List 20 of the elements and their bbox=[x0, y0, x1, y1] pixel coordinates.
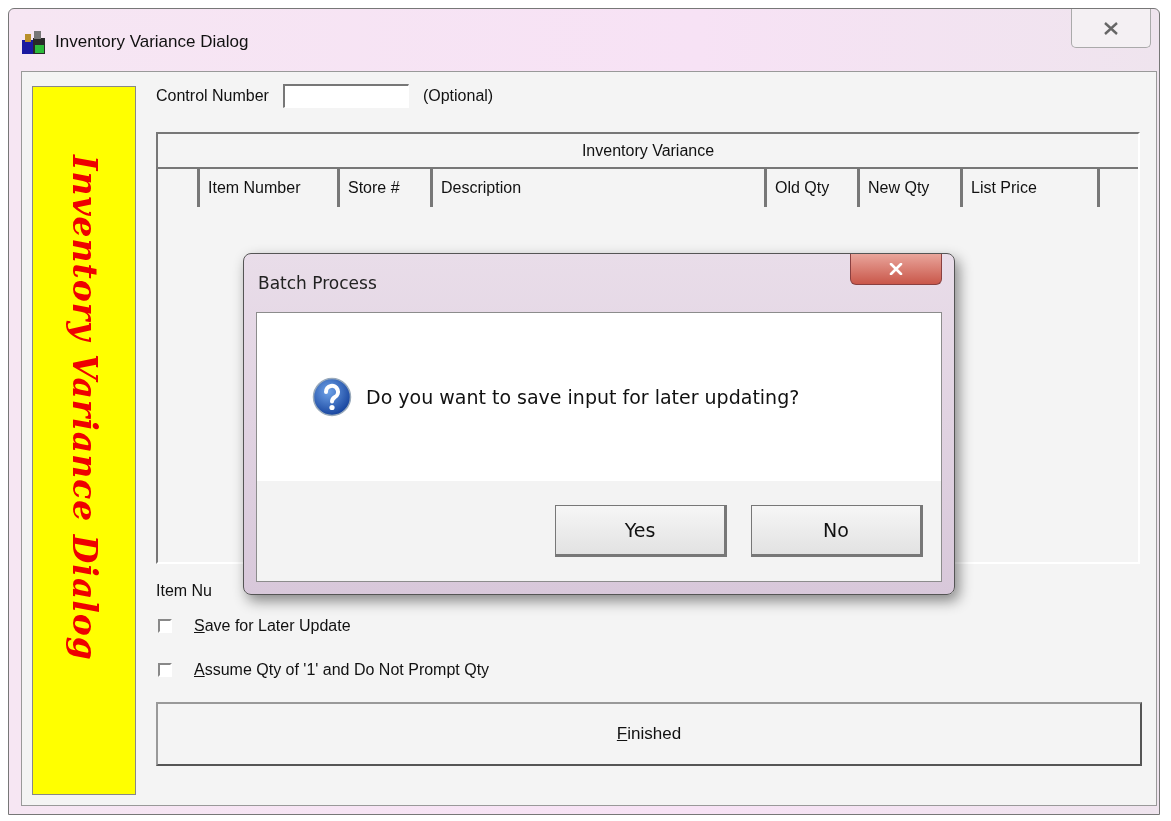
close-icon bbox=[1103, 21, 1119, 35]
checkbox-label[interactable]: Save for Later Update bbox=[194, 617, 351, 635]
app-icon bbox=[21, 29, 47, 55]
checkbox[interactable] bbox=[158, 619, 172, 633]
control-number-field[interactable] bbox=[282, 84, 409, 108]
field-label: Control Number bbox=[156, 87, 269, 105]
yes-button[interactable]: Yes bbox=[555, 505, 727, 557]
no-button[interactable]: No bbox=[751, 505, 923, 557]
field-hint: (Optional) bbox=[422, 87, 494, 105]
close-button[interactable] bbox=[850, 254, 942, 285]
close-icon bbox=[889, 263, 903, 275]
finished-button[interactable]: Finished bbox=[156, 702, 1142, 766]
message-text: Do you want to save input for later updating? bbox=[366, 386, 800, 408]
banner-text: Inventory Variance Dialog bbox=[64, 155, 104, 661]
question-icon bbox=[312, 377, 352, 417]
checkbox[interactable] bbox=[158, 663, 172, 677]
field-label: Item Nu bbox=[156, 582, 212, 600]
dialog-title: Batch Process bbox=[258, 273, 377, 293]
window-title: Inventory Variance Dialog bbox=[55, 32, 249, 52]
checkbox-label[interactable]: Assume Qty of '1' and Do Not Prompt Qty bbox=[194, 661, 490, 679]
